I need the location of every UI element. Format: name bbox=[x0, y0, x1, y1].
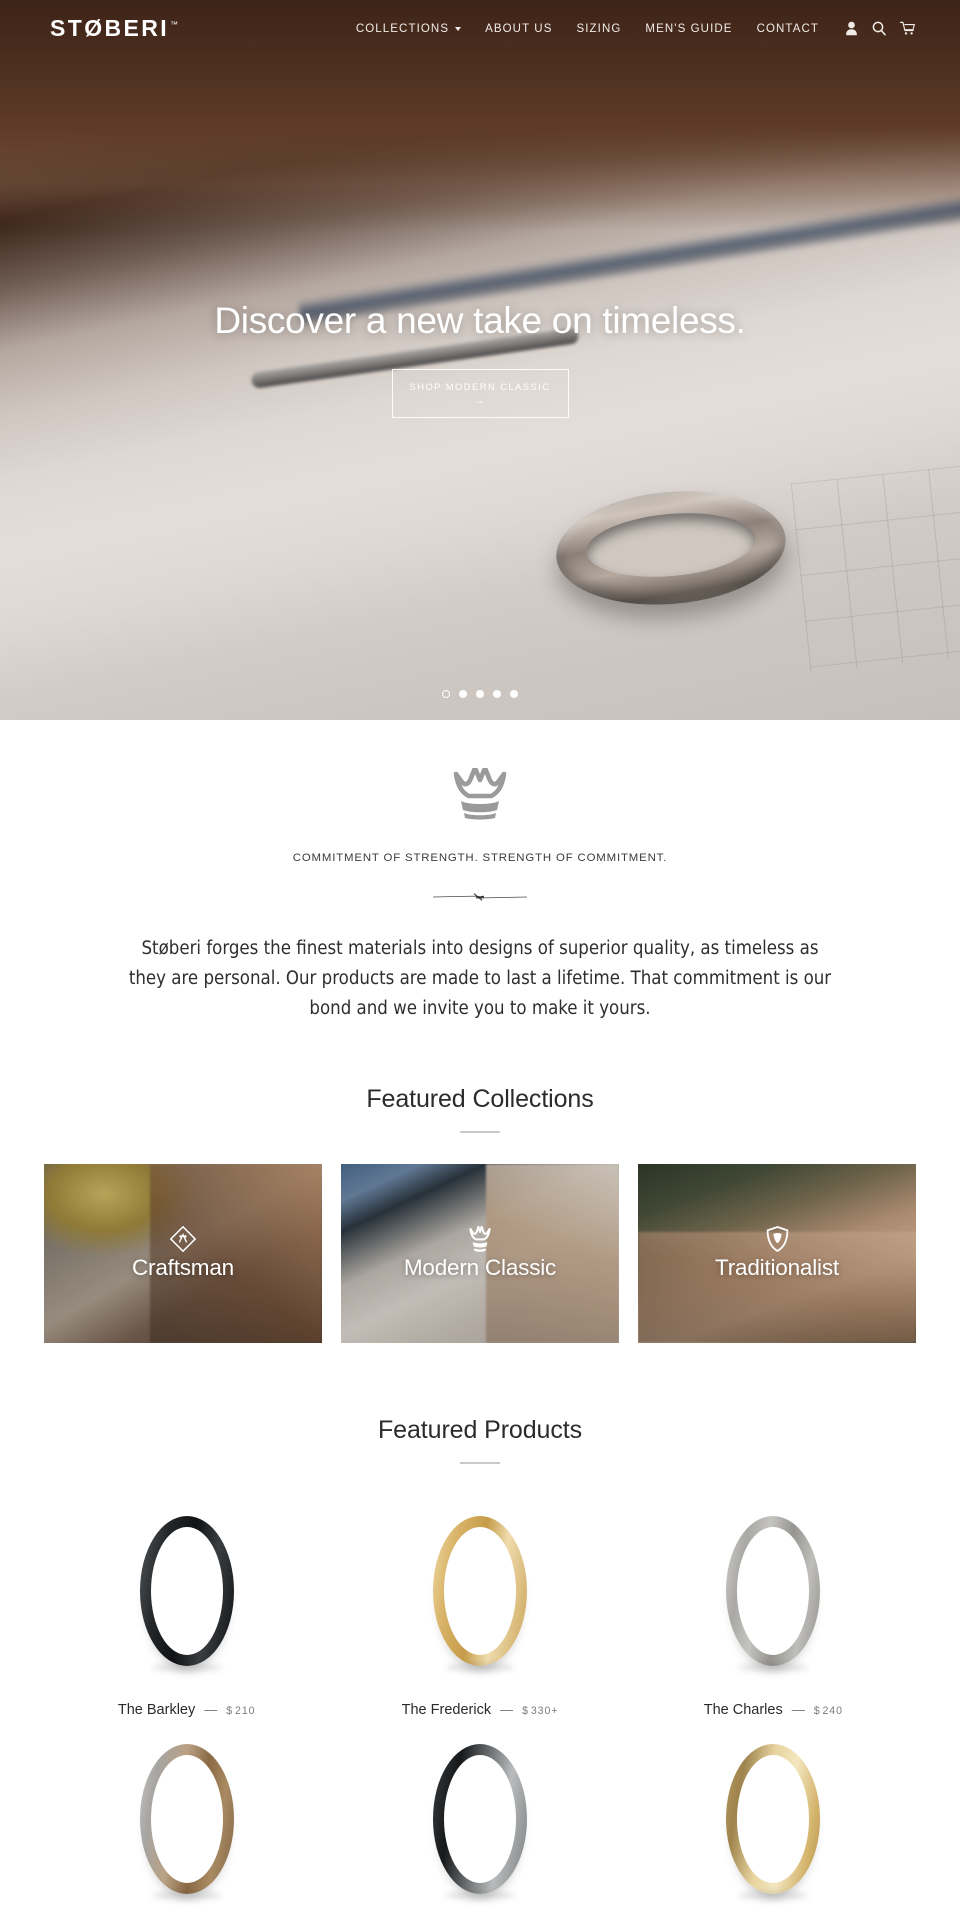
ring-image bbox=[140, 1516, 234, 1666]
currency-symbol: $ bbox=[522, 1704, 529, 1717]
price-value: 210 bbox=[235, 1704, 256, 1717]
nav-item-sizing[interactable]: SIZING bbox=[564, 17, 633, 41]
collection-card-craftsman[interactable]: Craftsman bbox=[44, 1163, 322, 1343]
product-grid: The Barkley — $210 The Frederick — $330+ bbox=[40, 1498, 920, 1912]
product-image-the-charles bbox=[627, 1498, 920, 1684]
main-navigation: COLLECTIONS ABOUT US SIZING MEN'S GUIDE … bbox=[344, 17, 915, 41]
collection-label-craftsman: Craftsman bbox=[132, 1254, 234, 1280]
product-image-the-barkley bbox=[40, 1498, 333, 1684]
nav-label-collections: COLLECTIONS bbox=[355, 22, 450, 35]
product-price: $240 bbox=[814, 1705, 843, 1717]
featured-collections-title: Featured Collections bbox=[366, 1084, 594, 1113]
nav-item-collections[interactable]: COLLECTIONS bbox=[344, 17, 473, 41]
nav-label-about-us: ABOUT US bbox=[485, 22, 553, 35]
nav-item-contact[interactable]: CONTACT bbox=[745, 17, 831, 41]
product-meta: The Charles — $240 bbox=[704, 1702, 843, 1718]
carousel-dot-2[interactable] bbox=[459, 690, 467, 698]
carousel-dot-3[interactable] bbox=[476, 690, 484, 698]
chevron-down-icon bbox=[455, 27, 462, 31]
shop-modern-classic-button[interactable]: SHOP MODERN CLASSIC → bbox=[391, 369, 569, 419]
product-card-the-frederick[interactable]: The Frederick — $330+ bbox=[333, 1498, 626, 1718]
ring-image bbox=[433, 1516, 527, 1666]
nav-label-sizing: SIZING bbox=[576, 22, 622, 35]
product-image-row2-1 bbox=[40, 1726, 333, 1912]
collection-card-traditionalist[interactable]: Traditionalist bbox=[638, 1163, 916, 1343]
nav-item-mens-guide[interactable]: MEN'S GUIDE bbox=[633, 17, 744, 41]
product-card-row2-1[interactable] bbox=[40, 1726, 333, 1912]
trademark-mark: ™ bbox=[170, 20, 179, 30]
cart-icon[interactable] bbox=[900, 21, 915, 36]
carousel-dot-1[interactable] bbox=[442, 690, 450, 698]
product-separator: — bbox=[791, 1701, 805, 1717]
product-meta: The Frederick — $330+ bbox=[402, 1702, 559, 1718]
nav-item-about-us[interactable]: ABOUT US bbox=[473, 17, 564, 41]
carousel-dot-5[interactable] bbox=[510, 690, 518, 698]
product-card-the-barkley[interactable]: The Barkley — $210 bbox=[40, 1498, 333, 1718]
collection-card-modern-classic[interactable]: Modern Classic bbox=[341, 1163, 619, 1343]
brand-logo[interactable]: STØBERI™ bbox=[50, 17, 178, 40]
product-card-row2-2[interactable] bbox=[333, 1726, 626, 1912]
product-card-row2-3[interactable] bbox=[627, 1726, 920, 1912]
commitment-tagline: COMMITMENT OF STRENGTH. STRENGTH OF COMM… bbox=[292, 852, 668, 864]
ring-image bbox=[726, 1744, 820, 1894]
featured-products-section: Featured Products The Barkley — $210 The… bbox=[0, 1343, 960, 1922]
currency-symbol: $ bbox=[813, 1704, 821, 1717]
collection-card-grid: Craftsman Modern Classic Traditionalist bbox=[44, 1163, 916, 1343]
carousel-dot-4[interactable] bbox=[493, 690, 501, 698]
product-meta: The Barkley — $210 bbox=[118, 1702, 256, 1718]
hero-content: Discover a new take on timeless. SHOP MO… bbox=[0, 0, 960, 720]
product-image-row2-2 bbox=[333, 1726, 626, 1912]
site-header: STØBERI™ COLLECTIONS ABOUT US SIZING MEN… bbox=[0, 0, 960, 57]
ring-image bbox=[433, 1744, 527, 1894]
product-image-row2-3 bbox=[627, 1726, 920, 1912]
arrow-right-icon: → bbox=[473, 394, 487, 407]
product-separator: — bbox=[500, 1701, 514, 1717]
hero-cta-label: SHOP MODERN CLASSIC bbox=[409, 380, 551, 392]
carousel-pagination bbox=[0, 690, 960, 698]
price-value: 330+ bbox=[530, 1704, 559, 1717]
brand-name: STØBERI bbox=[50, 15, 170, 41]
crown-icon bbox=[0, 768, 960, 820]
commitment-section: COMMITMENT OF STRENGTH. STRENGTH OF COMM… bbox=[0, 720, 960, 1024]
title-underline-rule bbox=[460, 1461, 500, 1464]
collection-label-modern-classic: Modern Classic bbox=[403, 1254, 557, 1280]
product-price: $210 bbox=[226, 1705, 255, 1717]
product-image-the-frederick bbox=[333, 1498, 626, 1684]
product-price: $330+ bbox=[522, 1705, 558, 1717]
featured-products-title: Featured Products bbox=[378, 1415, 582, 1444]
crown-icon bbox=[468, 1225, 492, 1252]
nav-label-contact: CONTACT bbox=[756, 22, 819, 35]
product-card-the-charles[interactable]: The Charles — $240 bbox=[627, 1498, 920, 1718]
account-icon[interactable] bbox=[845, 21, 858, 36]
price-value: 240 bbox=[822, 1704, 843, 1717]
shield-icon bbox=[766, 1226, 789, 1252]
hero-carousel: Discover a new take on timeless. SHOP MO… bbox=[0, 0, 960, 720]
product-separator: — bbox=[204, 1701, 218, 1717]
header-icon-group bbox=[845, 21, 915, 36]
title-underline-rule bbox=[460, 1130, 500, 1133]
commitment-body-text: Støberi forges the finest materials into… bbox=[128, 938, 832, 1019]
ring-image bbox=[726, 1516, 820, 1666]
search-icon[interactable] bbox=[872, 21, 886, 36]
featured-collections-section: Featured Collections Craftsman Modern Cl… bbox=[0, 1024, 960, 1343]
ring-image bbox=[140, 1744, 234, 1894]
currency-symbol: $ bbox=[226, 1704, 234, 1717]
product-name: The Charles bbox=[703, 1701, 783, 1718]
nav-label-mens-guide: MEN'S GUIDE bbox=[645, 22, 733, 35]
hero-title: Discover a new take on timeless. bbox=[214, 300, 746, 341]
product-name: The Barkley bbox=[117, 1701, 196, 1718]
collection-label-traditionalist: Traditionalist bbox=[715, 1254, 839, 1280]
sword-divider-icon bbox=[432, 892, 528, 902]
hammer-badge-icon bbox=[170, 1225, 196, 1252]
product-name: The Frederick bbox=[401, 1701, 492, 1718]
